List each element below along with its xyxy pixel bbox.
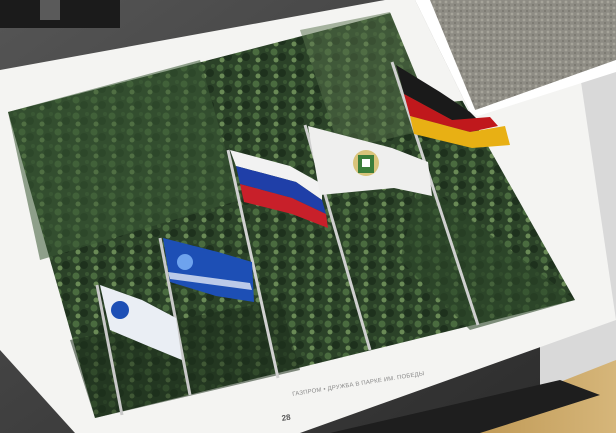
- photo-scene: ГАЗПРОМ • ДРУЖБА В ПАРКЕ ИМ. ПОБЕДЫ 28: [0, 0, 616, 433]
- photo-caption: ГАЗПРОМ • ДРУЖБА В ПАРКЕ ИМ. ПОБЕДЫ: [292, 371, 425, 398]
- page-number: 28: [281, 412, 292, 423]
